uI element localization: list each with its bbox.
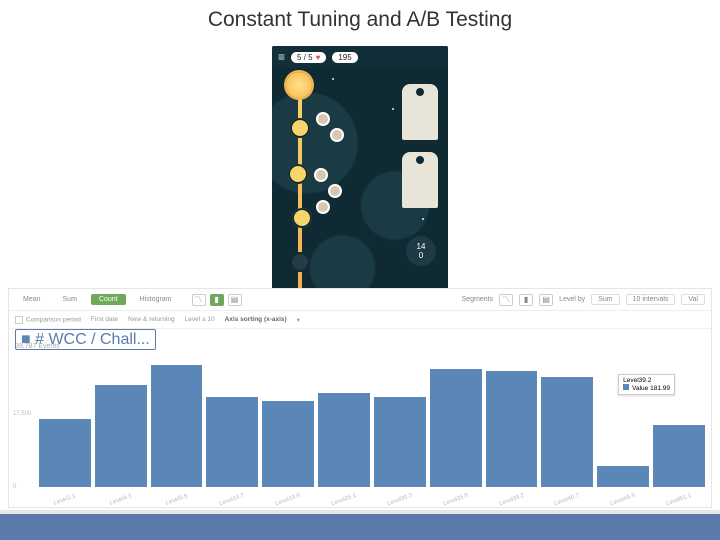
x-axis-labels: Level2.1Level4.3Level9.5Level14.7Level19…	[39, 497, 705, 503]
level-by-select[interactable]: Sum	[591, 294, 619, 305]
level-node-current[interactable]	[286, 72, 312, 98]
chart-bar[interactable]	[262, 401, 314, 487]
chart-bar[interactable]	[95, 385, 147, 487]
friend-avatar[interactable]	[316, 112, 330, 126]
lives-pill: 5 / 5 ♥	[291, 52, 326, 63]
y-tick: 17,500	[13, 411, 31, 417]
friend-avatar[interactable]	[330, 128, 344, 142]
x-tick-label: Level4.3	[95, 488, 146, 511]
x-tick-label: Level35.5	[430, 488, 481, 511]
line-chart-icon[interactable]: 〽	[192, 294, 206, 306]
stacked-bar-icon[interactable]: ▤	[228, 294, 242, 306]
friend-avatar[interactable]	[328, 184, 342, 198]
badge-bottom: 0	[419, 251, 423, 260]
filter-first-date[interactable]: First date	[91, 316, 118, 323]
sort-label[interactable]: Axis sorting (x-axis)	[225, 316, 287, 323]
chart-bar[interactable]	[206, 397, 258, 487]
rocket-icon	[402, 84, 438, 140]
lives-value: 5 / 5	[297, 53, 313, 62]
tab-sum[interactable]: Sum	[55, 294, 85, 305]
menu-icon[interactable]: ≡	[278, 50, 285, 64]
compare-toggle[interactable]: Comparison period	[15, 316, 81, 324]
x-tick-label: Level40.7	[542, 488, 593, 511]
x-tick-label: Level14.7	[207, 488, 258, 511]
chart-bar[interactable]	[653, 425, 705, 487]
progress-badge: 14 0	[406, 236, 436, 266]
y-tick: 0	[13, 484, 16, 490]
intervals-select[interactable]: 10 intervals	[626, 294, 676, 305]
slide-footer	[0, 514, 720, 540]
chart-type-switch: 〽 ▮ ▤	[192, 294, 242, 306]
sort-desc-icon[interactable]: ▾	[297, 316, 300, 324]
star-dot	[332, 78, 334, 80]
line-chart-icon[interactable]: 〽	[499, 294, 513, 306]
filter-bar: Comparison period First date New & retur…	[9, 311, 711, 329]
series-color-swatch	[623, 384, 629, 390]
tooltip-category: Level39.2	[623, 377, 670, 384]
level-node[interactable]	[288, 164, 308, 184]
x-tick-label: Level25.1	[319, 488, 370, 511]
game-hud: ≡ 5 / 5 ♥ 195	[272, 46, 448, 68]
tooltip-value: 181.99	[650, 385, 670, 392]
x-tick-label: Level30.3	[375, 488, 426, 511]
level-node[interactable]	[292, 208, 312, 228]
badge-top: 14	[417, 242, 426, 251]
segments-label: Segments	[462, 296, 494, 303]
chart-bar[interactable]	[374, 397, 426, 487]
slide-title: Constant Tuning and A/B Testing	[0, 8, 720, 32]
level-node-locked[interactable]	[290, 252, 310, 272]
bar-chart: 17,500 0 Level39.2 Value 181.99	[39, 347, 705, 487]
chart-bar[interactable]	[597, 466, 649, 487]
rocket-icon	[402, 152, 438, 208]
x-tick-label: Level45.9	[598, 488, 649, 511]
chart-bar[interactable]	[39, 419, 91, 487]
friend-avatar[interactable]	[314, 168, 328, 182]
stacked-bar-icon[interactable]: ▤	[539, 294, 553, 306]
level-node[interactable]	[290, 118, 310, 138]
x-tick-label: Level9.5	[151, 488, 202, 511]
tab-count[interactable]: Count	[91, 294, 126, 305]
x-tick-label: Level2.1	[40, 488, 91, 511]
level-by-label: Level by	[559, 296, 585, 303]
bar-chart-icon[interactable]: ▮	[519, 294, 533, 306]
star-dot	[392, 108, 394, 110]
filter-level[interactable]: Level ≤ 10	[185, 316, 215, 323]
aggregation-tabs: Mean Sum Count Histogram	[9, 294, 180, 305]
heart-icon: ♥	[316, 53, 321, 62]
tab-mean[interactable]: Mean	[15, 294, 49, 305]
x-tick-label: Level51.1	[654, 488, 705, 511]
currency-pill: 195	[332, 52, 357, 63]
chart-bar[interactable]	[318, 393, 370, 487]
star-dot	[422, 218, 424, 220]
chart-bar[interactable]	[541, 377, 593, 487]
filter-new-returning[interactable]: New & returning	[128, 316, 175, 323]
chart-bar[interactable]	[151, 365, 203, 487]
analytics-panel: Mean Sum Count Histogram 〽 ▮ ▤ Segments …	[8, 288, 712, 508]
game-screenshot: ≡ 5 / 5 ♥ 195 14	[272, 46, 448, 318]
chart-tooltip: Level39.2 Value 181.99	[618, 374, 675, 395]
chart-bar[interactable]	[486, 371, 538, 487]
chart-bar[interactable]	[430, 369, 482, 487]
value-select[interactable]: Val	[681, 294, 705, 305]
game-map[interactable]: 14 0 70 ★	[272, 68, 448, 318]
tooltip-metric: Value	[632, 385, 648, 392]
analytics-toolbar: Mean Sum Count Histogram 〽 ▮ ▤ Segments …	[9, 289, 711, 311]
x-tick-label: Level19.9	[263, 488, 314, 511]
x-tick-label: Level39.2	[486, 488, 537, 511]
tab-histogram[interactable]: Histogram	[132, 294, 180, 305]
bar-chart-icon[interactable]: ▮	[210, 294, 224, 306]
friend-avatar[interactable]	[316, 200, 330, 214]
